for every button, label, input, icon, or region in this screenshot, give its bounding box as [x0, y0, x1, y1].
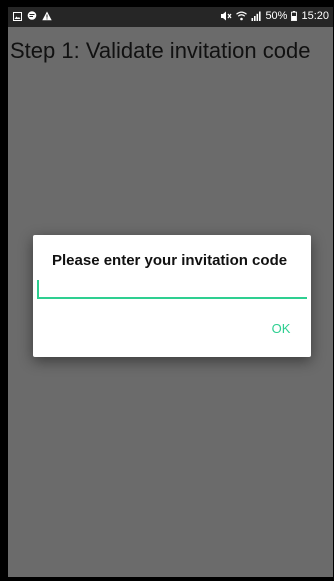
battery-icon [291, 11, 298, 21]
mute-icon [220, 11, 232, 21]
page-title: Step 1: Validate invitation code [10, 38, 311, 63]
status-time: 15:20 [301, 10, 329, 22]
status-left-icons [13, 11, 52, 21]
dialog-title: Please enter your invitation code [52, 252, 288, 269]
message-icon [27, 11, 37, 21]
status-bar: 50% 15:20 [8, 7, 333, 27]
gallery-icon [13, 11, 22, 21]
signal-icon [251, 11, 262, 21]
ok-button[interactable]: OK [261, 315, 301, 341]
phone-frame: 50% 15:20 Step 1: Validate invitation co… [0, 0, 334, 581]
text-cursor [37, 280, 39, 297]
app-screen: 50% 15:20 Step 1: Validate invitation co… [8, 7, 333, 577]
wifi-icon [236, 11, 248, 21]
invitation-code-input[interactable] [37, 277, 307, 299]
warning-icon [42, 11, 52, 21]
status-right-icons: 50% 15:20 [220, 10, 329, 22]
invitation-code-dialog: Please enter your invitation code OK [33, 235, 311, 357]
battery-percent: 50% [265, 10, 288, 22]
